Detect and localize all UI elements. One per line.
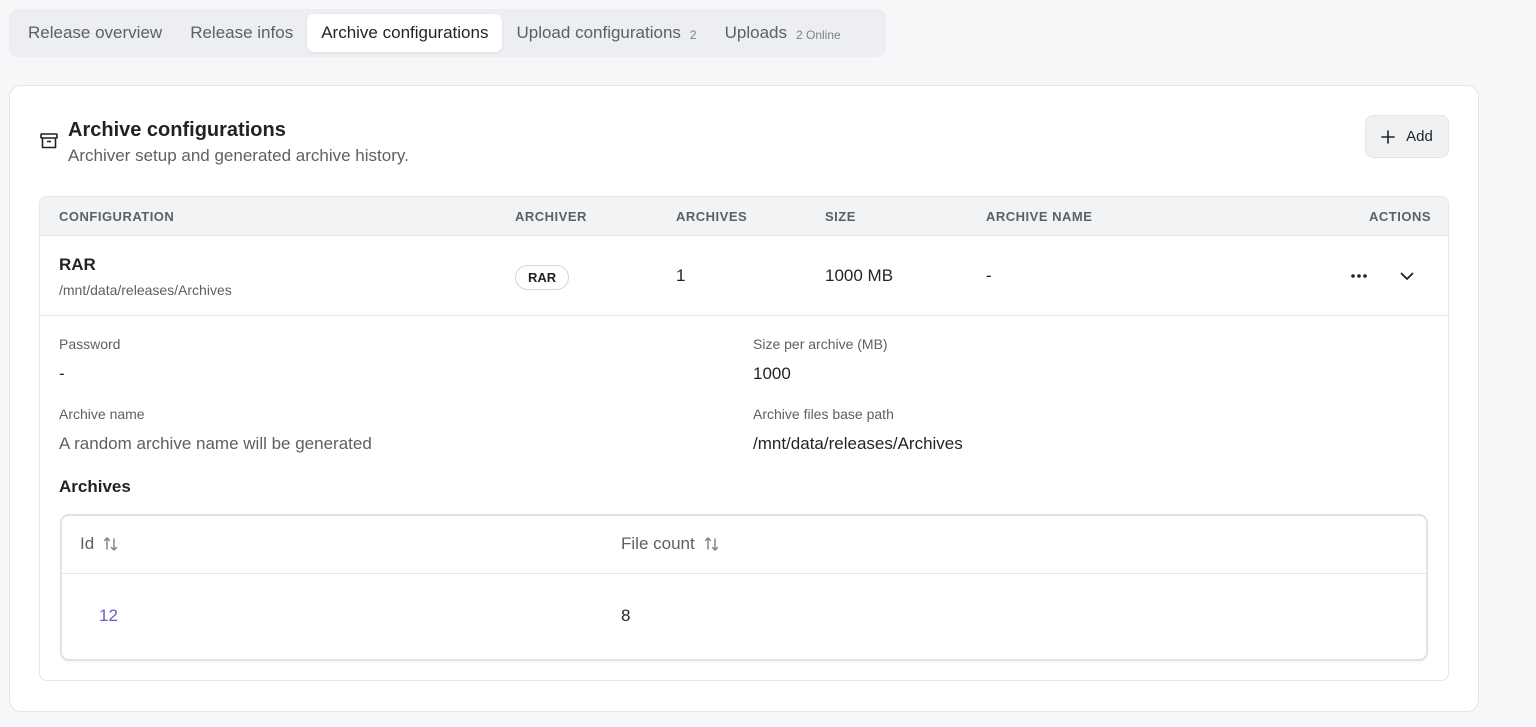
tab-count-badge: 2 Online	[795, 27, 841, 42]
card-subtitle: Archiver setup and generated archive his…	[68, 146, 409, 165]
table-row: RAR /mnt/data/releases/Archives RAR 1 10…	[40, 236, 1448, 316]
table-row: 12 8	[62, 574, 1426, 659]
size-per-archive-value: 1000	[753, 364, 791, 383]
archive-configurations-card: Archive configurations Archiver setup an…	[9, 85, 1479, 712]
card-header: Archive configurations Archiver setup an…	[39, 118, 409, 167]
col-archives: ARCHIVES	[676, 209, 748, 224]
config-table-header: CONFIGURATION ARCHIVER ARCHIVES SIZE ARC…	[40, 197, 1448, 236]
col-actions: ACTIONS	[1369, 209, 1431, 224]
tab-release-overview[interactable]: Release overview	[14, 14, 176, 52]
sort-icon	[704, 537, 718, 551]
config-name: RAR	[59, 255, 96, 274]
archive-name-detail: A random archive name will be generated	[59, 434, 372, 453]
tab-count-badge: 2	[689, 27, 697, 42]
archives-table-header: Id File count	[62, 516, 1426, 574]
base-path-value: /mnt/data/releases/Archives	[753, 434, 963, 453]
tab-release-infos[interactable]: Release infos	[176, 14, 307, 52]
tab-upload-configurations[interactable]: Upload configurations 2	[502, 14, 710, 52]
more-actions-icon[interactable]	[1347, 264, 1371, 288]
archive-icon	[40, 133, 58, 149]
archive-id-link[interactable]: 12	[99, 606, 118, 626]
archives-table: Id File count 12 8	[60, 514, 1428, 661]
card-title: Archive configurations	[68, 119, 286, 141]
config-table: CONFIGURATION ARCHIVER ARCHIVES SIZE ARC…	[39, 196, 1449, 681]
sort-icon	[103, 537, 118, 551]
size-per-archive-label: Size per archive (MB)	[753, 336, 888, 352]
password-label: Password	[59, 336, 121, 352]
tab-uploads[interactable]: Uploads 2 Online	[711, 14, 855, 52]
col-file-count[interactable]: File count	[621, 534, 721, 554]
col-size: SIZE	[825, 209, 856, 224]
archives-section-title: Archives	[59, 477, 131, 496]
archives-count: 1	[676, 266, 686, 285]
archive-name-value: -	[986, 266, 992, 285]
plus-icon	[1381, 129, 1395, 144]
archive-name-label: Archive name	[59, 406, 145, 422]
archiver-badge: RAR	[515, 265, 570, 290]
password-value: -	[59, 364, 65, 383]
col-configuration: CONFIGURATION	[59, 209, 175, 224]
base-path-label: Archive files base path	[753, 406, 894, 422]
chevron-down-icon[interactable]	[1395, 264, 1419, 288]
size-value: 1000 MB	[825, 266, 894, 285]
tab-bar: Release overview Release infos Archive c…	[9, 9, 886, 57]
tab-archive-configurations[interactable]: Archive configurations	[307, 14, 503, 52]
col-archive-name: ARCHIVE NAME	[986, 209, 1093, 224]
config-path: /mnt/data/releases/Archives	[59, 282, 232, 298]
col-id[interactable]: Id	[80, 534, 120, 554]
add-button[interactable]: Add	[1365, 115, 1449, 158]
file-count-value: 8	[621, 606, 631, 625]
col-archiver: ARCHIVER	[515, 209, 587, 224]
